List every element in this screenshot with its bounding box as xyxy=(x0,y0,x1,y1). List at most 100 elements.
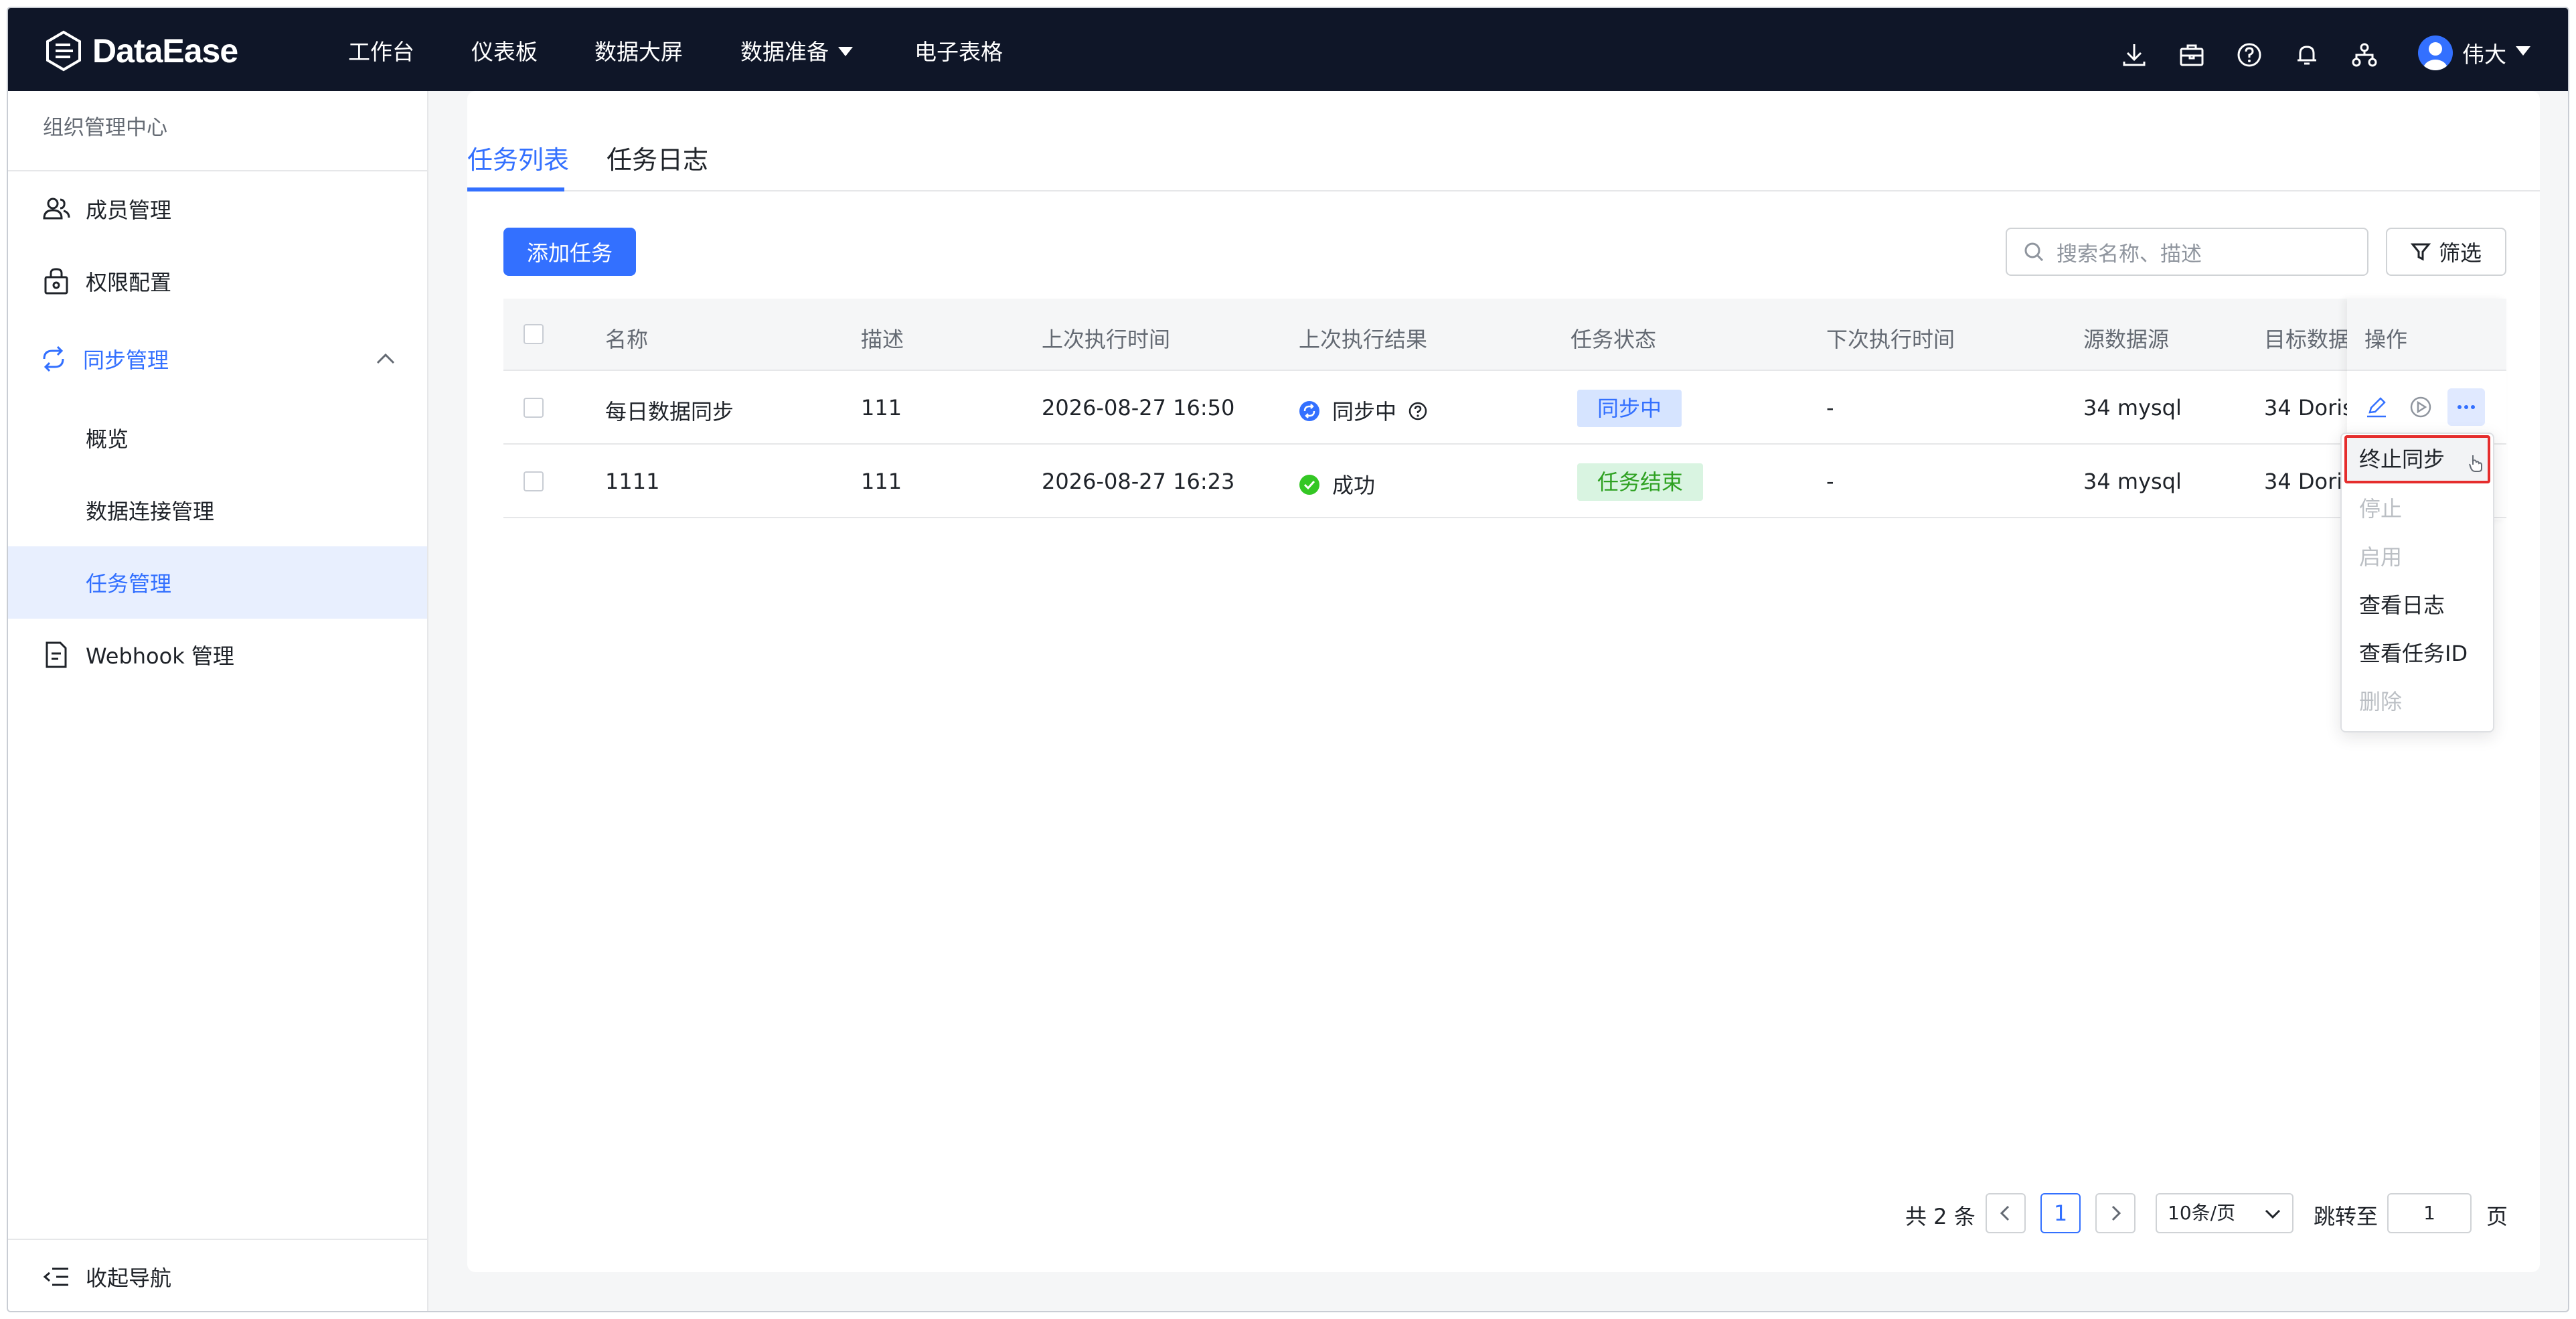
dataease-logo-icon xyxy=(46,30,81,72)
chevron-right-icon xyxy=(2111,1205,2121,1221)
more-dots-icon xyxy=(2458,405,2475,409)
user-menu[interactable]: 伟大 xyxy=(2418,35,2530,70)
nav-dashboard[interactable]: 仪表板 xyxy=(471,39,538,66)
more-actions-button[interactable] xyxy=(2447,388,2485,426)
avatar xyxy=(2418,35,2453,70)
sidebar-item-label: 同步管理 xyxy=(83,347,169,373)
sidebar-item-members[interactable]: 成员管理 xyxy=(8,173,427,245)
sidebar-item-label: 权限配置 xyxy=(86,270,172,295)
lock-icon xyxy=(44,268,68,295)
help-icon[interactable] xyxy=(2236,42,2263,68)
search-icon xyxy=(2024,242,2044,262)
task-next-time: - xyxy=(1826,469,1834,494)
sidebar-item-label: 数据连接管理 xyxy=(86,499,215,524)
brand-logo[interactable]: DataEase xyxy=(43,30,238,72)
task-name: 每日数据同步 xyxy=(605,399,734,424)
notification-bell-icon[interactable] xyxy=(2293,42,2320,68)
top-navbar: DataEase 工作台 仪表板 数据大屏 数据准备 电子表格 伟大 xyxy=(8,8,2568,91)
jump-to-label: 跳转至 xyxy=(2314,1204,2379,1229)
menu-item-delete: 删除 xyxy=(2359,689,2403,714)
collapse-nav-button[interactable]: 收起导航 xyxy=(8,1239,427,1311)
task-source: 34 mysql xyxy=(2083,469,2182,494)
search-input[interactable]: 搜索名称、描述 xyxy=(2006,228,2368,276)
column-header-source[interactable]: 源数据源 xyxy=(2083,323,2169,354)
sidebar-group-sync[interactable]: 同步管理 xyxy=(8,323,427,395)
sidebar-item-overview[interactable]: 概览 xyxy=(8,402,427,474)
task-last-time: 2026-08-27 16:23 xyxy=(1042,469,1235,494)
next-page-button[interactable] xyxy=(2095,1193,2136,1233)
row-checkbox[interactable] xyxy=(524,398,544,418)
collapse-nav-label: 收起导航 xyxy=(86,1265,172,1291)
column-header-last-time[interactable]: 上次执行时间 xyxy=(1042,323,1170,354)
chevron-up-icon xyxy=(376,353,395,364)
filter-icon xyxy=(2410,243,2431,261)
toolbox-icon[interactable] xyxy=(2178,42,2205,68)
tabs-divider xyxy=(467,190,2540,191)
tab-task-log[interactable]: 任务日志 xyxy=(607,139,708,179)
users-icon xyxy=(43,198,70,220)
column-header-name[interactable]: 名称 xyxy=(605,323,648,354)
column-header-status[interactable]: 任务状态 xyxy=(1571,323,1656,354)
menu-item-stop: 停止 xyxy=(2359,496,2403,522)
pagination-total: 共 2 条 xyxy=(1905,1204,1976,1229)
question-circle-icon[interactable] xyxy=(1408,402,1427,420)
sidebar-item-permissions[interactable]: 权限配置 xyxy=(8,245,427,317)
row-checkbox[interactable] xyxy=(524,471,544,491)
org-structure-icon[interactable] xyxy=(2351,42,2378,68)
column-header-last-result[interactable]: 上次执行结果 xyxy=(1299,323,1427,354)
add-task-button[interactable]: 添加任务 xyxy=(503,228,636,276)
sidebar-item-webhook[interactable]: Webhook 管理 xyxy=(8,619,427,691)
menu-item-view-task-id[interactable]: 查看任务ID xyxy=(2342,629,2493,678)
nav-data-prep-label: 数据准备 xyxy=(740,39,829,65)
menu-item-stop-sync[interactable]: 终止同步 xyxy=(2344,435,2490,483)
menu-item-enable: 启用 xyxy=(2359,544,2403,570)
page-number-current[interactable]: 1 xyxy=(2040,1193,2081,1233)
sidebar-item-task-management[interactable]: 任务管理 xyxy=(8,546,427,619)
main-content: 任务列表 任务日志 添加任务 搜索名称、描述 筛选 名称 描述 上次执行时间 上… xyxy=(467,91,2540,1272)
last-result-label: 成功 xyxy=(1332,473,1376,498)
app-window: DataEase 工作台 仪表板 数据大屏 数据准备 电子表格 伟大 组织管理中… xyxy=(7,7,2569,1312)
column-header-desc[interactable]: 描述 xyxy=(861,323,904,354)
download-icon[interactable] xyxy=(2121,42,2148,68)
edit-pencil-icon[interactable] xyxy=(2364,395,2389,419)
user-avatar-icon xyxy=(2423,42,2447,70)
sidebar-item-data-connections[interactable]: 数据连接管理 xyxy=(8,474,427,546)
column-header-actions: 操作 xyxy=(2347,299,2506,371)
nav-spreadsheet[interactable]: 电子表格 xyxy=(914,39,1003,66)
jump-page-input[interactable]: 1 xyxy=(2387,1193,2472,1233)
nav-data-prep[interactable]: 数据准备 xyxy=(740,39,853,66)
menu-item-view-log[interactable]: 查看日志 xyxy=(2342,581,2493,629)
select-all-checkbox[interactable] xyxy=(524,324,544,344)
status-badge: 同步中 xyxy=(1577,390,1682,427)
filter-button[interactable]: 筛选 xyxy=(2386,228,2506,276)
chevron-down-icon xyxy=(2265,1209,2281,1219)
prev-page-button[interactable] xyxy=(1986,1193,2026,1233)
table-row[interactable]: 1111 111 2026-08-27 16:23 成功 任务结束 - 34 m… xyxy=(503,445,2506,518)
task-name: 1111 xyxy=(605,469,660,494)
brand-name: DataEase xyxy=(92,32,238,70)
search-placeholder: 搜索名称、描述 xyxy=(2057,242,2202,266)
tab-task-list[interactable]: 任务列表 xyxy=(467,139,569,179)
last-result-label: 同步中 xyxy=(1332,399,1397,424)
more-actions-dropdown: 终止同步 停止 启用 查看日志 查看任务ID 删除 xyxy=(2340,433,2494,732)
page-size-select[interactable]: 10条/页 xyxy=(2156,1193,2293,1233)
table-row[interactable]: 每日数据同步 111 2026-08-27 16:50 同步中 同步中 - 34… xyxy=(503,371,2506,445)
sidebar: 组织管理中心 成员管理 权限配置 同步管理 概览 数据连接管理 任务管理 Web… xyxy=(8,91,428,1311)
page-suffix-label: 页 xyxy=(2486,1204,2508,1229)
task-next-time: - xyxy=(1826,395,1834,420)
filter-label: 筛选 xyxy=(2438,240,2482,266)
task-last-result: 同步中 xyxy=(1299,395,1427,426)
success-check-icon xyxy=(1299,475,1319,495)
nav-workbench[interactable]: 工作台 xyxy=(348,39,414,66)
sidebar-item-label: 任务管理 xyxy=(86,571,172,597)
active-tab-indicator xyxy=(467,187,564,191)
nav-data-screen[interactable]: 数据大屏 xyxy=(594,39,683,66)
sidebar-item-label: 成员管理 xyxy=(86,198,172,223)
caret-down-icon xyxy=(2516,46,2530,56)
sync-icon xyxy=(43,345,64,372)
run-play-icon[interactable] xyxy=(2409,395,2433,419)
column-header-actions-label: 操作 xyxy=(2364,327,2408,352)
task-desc: 111 xyxy=(861,395,902,420)
column-header-next-time[interactable]: 下次执行时间 xyxy=(1826,323,1955,354)
task-source: 34 mysql xyxy=(2083,395,2182,420)
